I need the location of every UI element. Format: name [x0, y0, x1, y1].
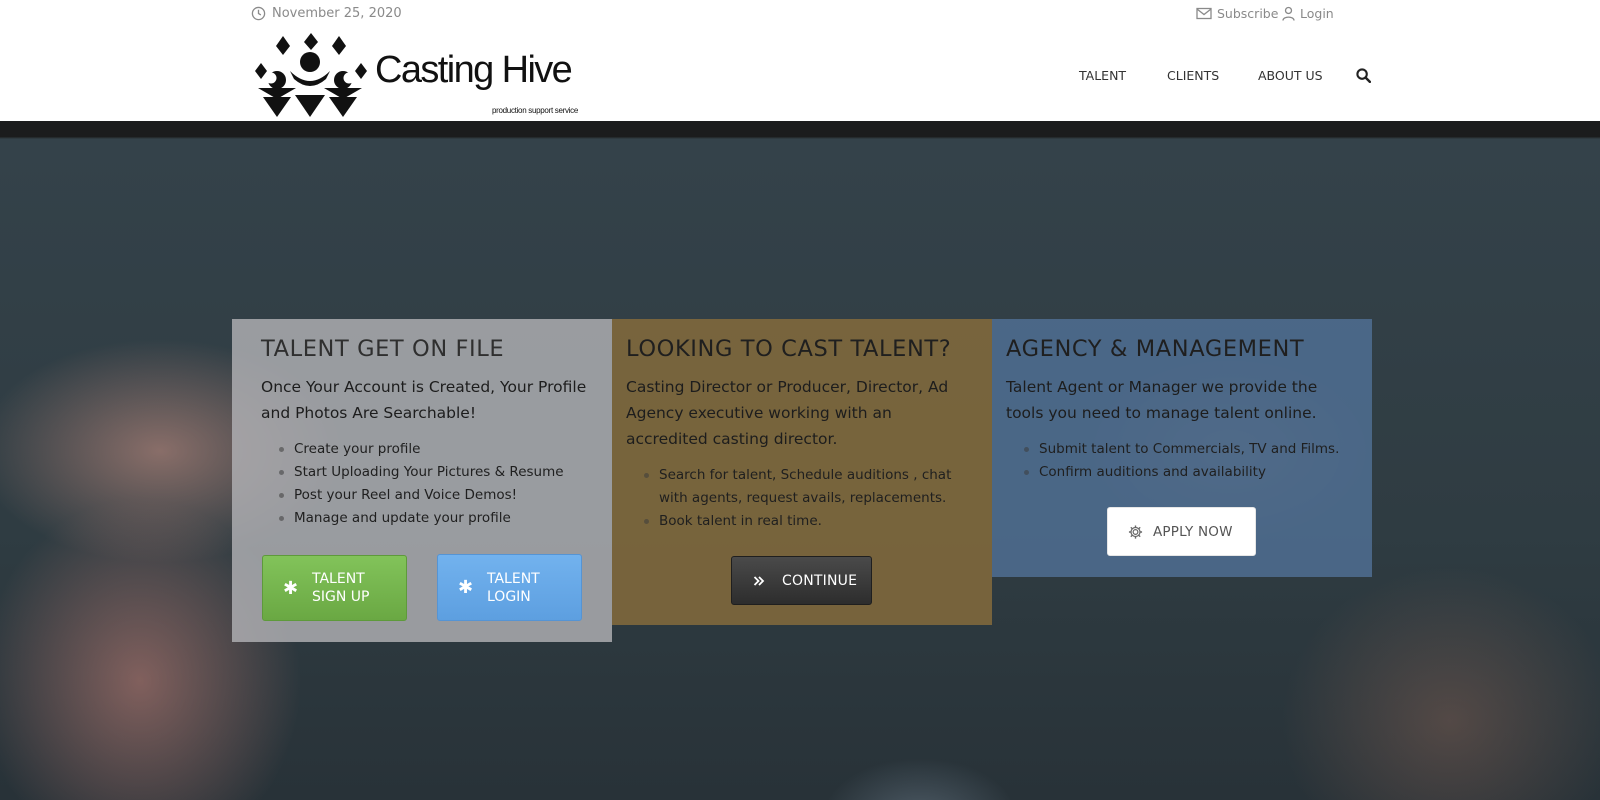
hero-top-strip — [0, 121, 1600, 137]
subscribe-link[interactable]: Subscribe — [1196, 6, 1278, 21]
clock-icon — [251, 6, 266, 21]
talent-login-label: TALENT LOGIN — [487, 570, 540, 605]
logo-wordmark: Casting Hive production support service — [375, 49, 578, 115]
subscribe-label: Subscribe — [1217, 6, 1279, 21]
search-button[interactable] — [1356, 68, 1372, 87]
agency-panel-intro: Talent Agent or Manager we provide the t… — [1006, 378, 1318, 422]
talent-feature-list: Create your profile Start Uploading Your… — [261, 438, 612, 530]
list-item: Submit talent to Commercials, TV and Fil… — [1024, 438, 1372, 461]
cast-panel-title: LOOKING TO CAST TALENT? — [626, 336, 952, 362]
continue-label: CONTINUE — [782, 572, 858, 589]
list-item: Book talent in real time. — [644, 510, 979, 533]
asterisk-icon: ✱ — [282, 577, 299, 599]
site-logo[interactable]: Casting Hive production support service — [253, 33, 578, 117]
talent-panel-intro: Once Your Account is Created, Your Profi… — [261, 378, 587, 422]
hive-logo-icon — [255, 33, 367, 117]
site-header: November 25, 2020 Subscribe Login Castin… — [0, 0, 1600, 121]
login-link[interactable]: Login — [1282, 6, 1334, 21]
header-date: November 25, 2020 — [251, 6, 402, 21]
talent-sign-up-button[interactable]: ✱ TALENT SIGN UP — [262, 555, 407, 621]
list-item: Manage and update your profile — [279, 507, 612, 530]
search-icon — [1356, 68, 1372, 84]
asterisk-icon: ✱ — [457, 577, 474, 598]
user-icon — [1282, 6, 1295, 21]
list-item: Search for talent, Schedule auditions , … — [644, 464, 979, 510]
envelope-icon — [1196, 7, 1212, 20]
date-text: November 25, 2020 — [272, 6, 402, 21]
gear-icon — [1128, 524, 1143, 539]
nav-talent[interactable]: TALENT — [1079, 68, 1126, 83]
nav-about-us[interactable]: ABOUT US — [1258, 68, 1323, 83]
login-label: Login — [1300, 6, 1334, 21]
cast-feature-list: Search for talent, Schedule auditions , … — [626, 464, 992, 533]
list-item: Start Uploading Your Pictures & Resume — [279, 461, 612, 484]
logo-name: Casting Hive — [375, 49, 573, 91]
list-item: Post your Reel and Voice Demos! — [279, 484, 612, 507]
talent-sign-up-label: TALENT SIGN UP — [312, 571, 370, 605]
talent-login-button[interactable]: ✱ TALENT LOGIN — [437, 554, 582, 621]
apply-now-button[interactable]: APPLY NOW — [1107, 507, 1256, 556]
agency-feature-list: Submit talent to Commercials, TV and Fil… — [1006, 438, 1372, 484]
cast-panel-intro: Casting Director or Producer, Director, … — [626, 378, 949, 448]
list-item: Create your profile — [279, 438, 612, 461]
logo-tagline: production support service — [492, 106, 579, 115]
nav-clients[interactable]: CLIENTS — [1167, 68, 1219, 83]
list-item: Confirm auditions and availability — [1024, 461, 1372, 484]
agency-panel-title: AGENCY & MANAGEMENT — [1006, 336, 1305, 362]
continue-button[interactable]: CONTINUE — [731, 556, 872, 605]
double-chevron-right-icon — [751, 573, 766, 588]
apply-now-label: APPLY NOW — [1153, 523, 1233, 540]
talent-panel-title: TALENT GET ON FILE — [261, 336, 505, 362]
